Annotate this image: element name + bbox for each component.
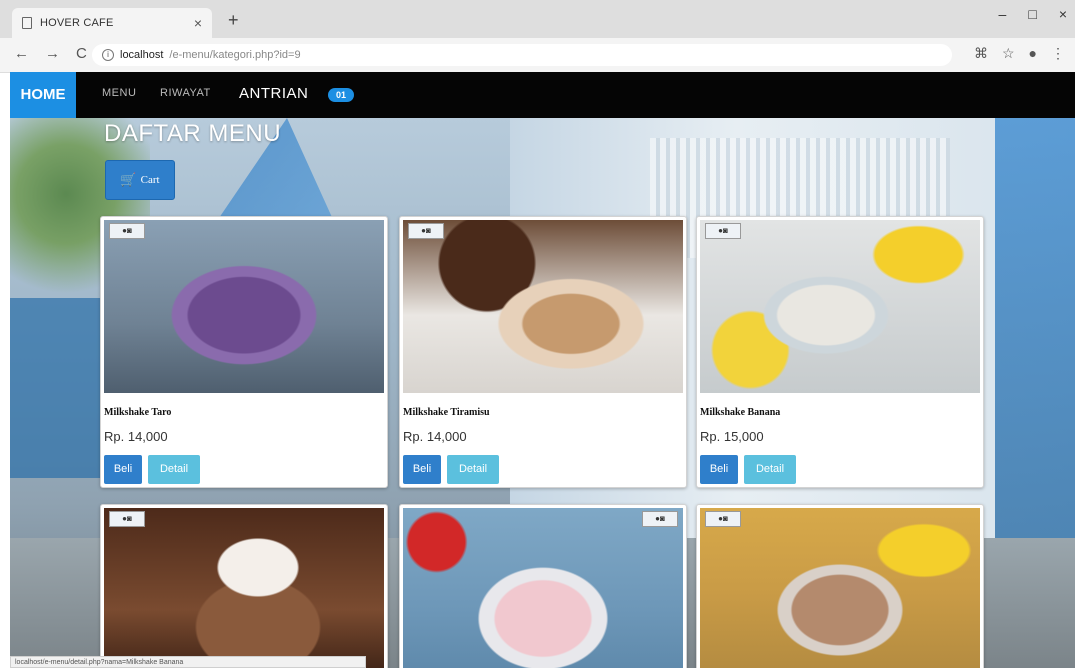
- badge-icon: ●◙: [705, 511, 741, 527]
- profile-icon[interactable]: ●: [1029, 45, 1037, 62]
- product-price: Rp. 14,000: [403, 429, 467, 444]
- browser-tab[interactable]: HOVER CAFE ×: [12, 8, 212, 38]
- hero-background: DAFTAR MENU 🛒 Cart ●◙ Milkshake Taro Rp.…: [10, 118, 1075, 668]
- minimize-button[interactable]: –: [999, 6, 1007, 22]
- product-card-tiramisu: ●◙ Milkshake Tiramisu Rp. 14,000 Beli De…: [399, 216, 687, 488]
- url-host: localhost: [120, 49, 164, 61]
- tab-title: HOVER CAFE: [40, 17, 114, 29]
- buy-button[interactable]: Beli: [403, 455, 441, 484]
- page-title: DAFTAR MENU: [104, 120, 282, 147]
- product-card-banana: ●◙ Milkshake Banana Rp. 15,000 Beli Deta…: [696, 216, 984, 488]
- product-card-5: ●◙: [399, 504, 687, 668]
- nav-buttons: ← → C: [14, 45, 87, 62]
- product-image[interactable]: [700, 508, 980, 668]
- nav-menu-link[interactable]: MENU: [102, 87, 136, 99]
- nav-home-link[interactable]: HOME: [10, 72, 76, 118]
- badge-icon: ●◙: [705, 223, 741, 239]
- info-icon[interactable]: i: [102, 49, 114, 61]
- product-name: Milkshake Taro: [104, 407, 172, 418]
- cart-button[interactable]: 🛒 Cart: [105, 160, 175, 200]
- cart-icon: 🛒: [120, 172, 137, 188]
- forward-button[interactable]: →: [45, 45, 60, 62]
- close-window-button[interactable]: ×: [1059, 6, 1067, 22]
- product-card-taro: ●◙ Milkshake Taro Rp. 14,000 Beli Detail: [100, 216, 388, 488]
- product-price: Rp. 15,000: [700, 429, 764, 444]
- menu-kebab-icon[interactable]: ⋮: [1051, 45, 1065, 62]
- detail-button[interactable]: Detail: [744, 455, 796, 484]
- maximize-button[interactable]: □: [1028, 6, 1036, 22]
- product-name: Milkshake Banana: [700, 407, 781, 418]
- toolbar-right-icons: ⌘ ☆ ● ⋮: [974, 45, 1065, 62]
- product-image[interactable]: [104, 220, 384, 393]
- product-name: Milkshake Tiramisu: [403, 407, 490, 418]
- browser-status-bar: localhost/e-menu/detail.php?nama=Milksha…: [10, 656, 366, 668]
- product-image[interactable]: [403, 508, 683, 668]
- reload-button[interactable]: C: [76, 45, 87, 62]
- browser-toolbar: ← → C i localhost/e-menu/kategori.php?id…: [0, 38, 1075, 73]
- back-button[interactable]: ←: [14, 45, 29, 62]
- product-image[interactable]: [104, 508, 384, 668]
- badge-icon: ●◙: [109, 223, 145, 239]
- badge-icon: ●◙: [408, 223, 444, 239]
- bg-right-wall: [995, 118, 1075, 538]
- translate-icon[interactable]: ⌘: [974, 45, 988, 62]
- page-icon: [22, 17, 32, 29]
- product-card-6: ●◙: [696, 504, 984, 668]
- buy-button[interactable]: Beli: [104, 455, 142, 484]
- new-tab-button[interactable]: +: [228, 10, 239, 31]
- detail-button[interactable]: Detail: [148, 455, 200, 484]
- badge-icon: ●◙: [109, 511, 145, 527]
- detail-button[interactable]: Detail: [447, 455, 499, 484]
- tab-close-icon[interactable]: ×: [194, 15, 202, 31]
- window-controls: – □ ×: [999, 6, 1067, 22]
- product-card-4: ●◙: [100, 504, 388, 668]
- url-path: /e-menu/kategori.php?id=9: [169, 49, 301, 61]
- nav-riwayat-link[interactable]: RIWAYAT: [160, 87, 211, 99]
- nav-antrian-link[interactable]: ANTRIAN: [239, 85, 308, 102]
- badge-icon: ●◙: [642, 511, 678, 527]
- cart-label: Cart: [140, 174, 160, 186]
- address-bar[interactable]: i localhost/e-menu/kategori.php?id=9: [92, 44, 952, 66]
- buy-button[interactable]: Beli: [700, 455, 738, 484]
- product-price: Rp. 14,000: [104, 429, 168, 444]
- product-image[interactable]: [700, 220, 980, 393]
- product-image[interactable]: [403, 220, 683, 393]
- browser-tab-bar: HOVER CAFE × + – □ ×: [0, 0, 1075, 38]
- site-navbar: HOME MENU RIWAYAT ANTRIAN 01: [10, 72, 1075, 118]
- bookmark-star-icon[interactable]: ☆: [1002, 45, 1015, 62]
- antrian-count-badge: 01: [328, 88, 354, 102]
